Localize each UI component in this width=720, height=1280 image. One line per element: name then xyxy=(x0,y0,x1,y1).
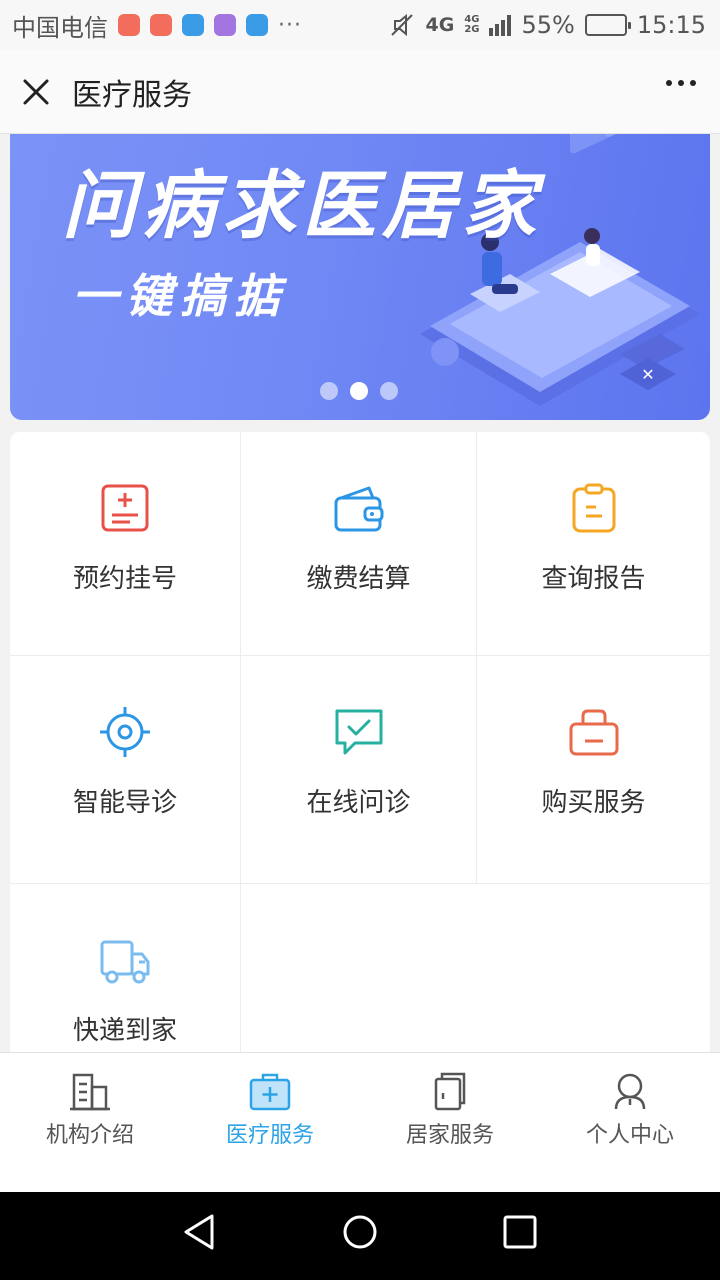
service-smart-triage[interactable]: 智能导诊 xyxy=(10,656,241,884)
carousel-indicator xyxy=(320,382,398,400)
medical-kit-icon xyxy=(249,1073,291,1111)
target-icon xyxy=(100,707,150,757)
basket-icon xyxy=(569,709,618,756)
service-label: 快递到家 xyxy=(72,1016,177,1046)
mute-icon xyxy=(391,13,414,37)
more-dots-icon[interactable] xyxy=(666,80,696,86)
home-service-icon xyxy=(434,1072,466,1111)
close-button[interactable] xyxy=(0,50,72,134)
system-navigation-bar xyxy=(0,1192,720,1280)
services-grid: 预约挂号 缴费结算 查询报告 智能导诊 在线问诊 购买服务 快递到家 xyxy=(10,432,710,1052)
service-payment[interactable]: 缴费结算 xyxy=(241,432,477,656)
page-title: 医疗服务 xyxy=(72,77,192,113)
service-label: 购买服务 xyxy=(541,788,646,818)
tab-home-service[interactable]: 居家服务 xyxy=(360,1071,540,1149)
tab-label: 居家服务 xyxy=(405,1123,494,1148)
close-icon xyxy=(23,79,49,104)
carousel-dot-2[interactable] xyxy=(350,382,368,400)
service-label: 缴费结算 xyxy=(306,564,411,594)
back-icon[interactable] xyxy=(180,1212,220,1252)
chat-check-icon xyxy=(335,709,382,755)
battery-percent: 55% xyxy=(521,11,575,39)
service-label: 智能导诊 xyxy=(72,788,177,818)
building-icon xyxy=(70,1073,110,1111)
chat-icon xyxy=(182,14,204,36)
service-online-consult[interactable]: 在线问诊 xyxy=(241,656,477,884)
svg-text:✕: ✕ xyxy=(641,365,654,384)
signal-icon xyxy=(489,14,512,36)
tab-label: 个人中心 xyxy=(585,1123,674,1148)
status-right: 4G 4G 2G 55% 15:15 xyxy=(389,11,706,39)
app-bar: 医疗服务 xyxy=(0,50,720,134)
mail-icon xyxy=(118,14,140,36)
service-label: 在线问诊 xyxy=(306,788,411,818)
service-purchase[interactable]: 购买服务 xyxy=(477,656,710,884)
photo-icon xyxy=(214,14,236,36)
recent-apps-icon[interactable] xyxy=(500,1212,540,1252)
appointment-icon xyxy=(101,484,149,532)
home-icon[interactable] xyxy=(340,1212,380,1252)
clock: 15:15 xyxy=(636,11,706,39)
truck-icon xyxy=(100,940,150,984)
more-notifications-indicator: ··· xyxy=(278,12,302,38)
wallet-icon xyxy=(334,486,383,532)
window-icon xyxy=(246,14,268,36)
status-bar: 中国电信 ··· 4G 4G 2G 55% 15:15 xyxy=(0,0,720,50)
app-icon xyxy=(150,14,172,36)
tab-label: 医疗服务 xyxy=(225,1123,314,1148)
network-secondary-bottom: 2G xyxy=(464,24,480,35)
service-label: 查询报告 xyxy=(541,564,646,594)
network-4g-label: 4G xyxy=(425,14,455,36)
network-dual-label: 4G 2G xyxy=(464,15,479,35)
banner-subline: 一键搞掂 xyxy=(72,269,288,323)
tab-institution[interactable]: 机构介绍 xyxy=(0,1071,180,1149)
tab-medical-service[interactable]: 医疗服务 xyxy=(180,1071,360,1149)
service-label: 预约挂号 xyxy=(72,564,177,594)
user-icon xyxy=(614,1073,646,1110)
bottom-tab-bar: 机构介绍 医疗服务 居家服务 个人中心 xyxy=(0,1052,720,1192)
carousel-dot-1[interactable] xyxy=(320,382,338,400)
status-left: 中国电信 ··· xyxy=(12,8,302,43)
banner-headline: 问病求医居家 xyxy=(62,163,542,249)
clipboard-icon xyxy=(572,483,615,533)
service-appointment[interactable]: 预约挂号 xyxy=(10,432,241,656)
carousel-dot-3[interactable] xyxy=(380,382,398,400)
battery-icon xyxy=(584,14,631,36)
tab-personal-center[interactable]: 个人中心 xyxy=(540,1071,720,1149)
service-delivery[interactable]: 快递到家 xyxy=(10,884,241,1052)
service-report[interactable]: 查询报告 xyxy=(477,432,710,656)
tab-label: 机构介绍 xyxy=(45,1123,134,1148)
carrier-name: 中国电信 xyxy=(12,13,108,42)
promo-banner[interactable]: ✕ 问病求医居家 一键搞掂 xyxy=(10,134,710,420)
